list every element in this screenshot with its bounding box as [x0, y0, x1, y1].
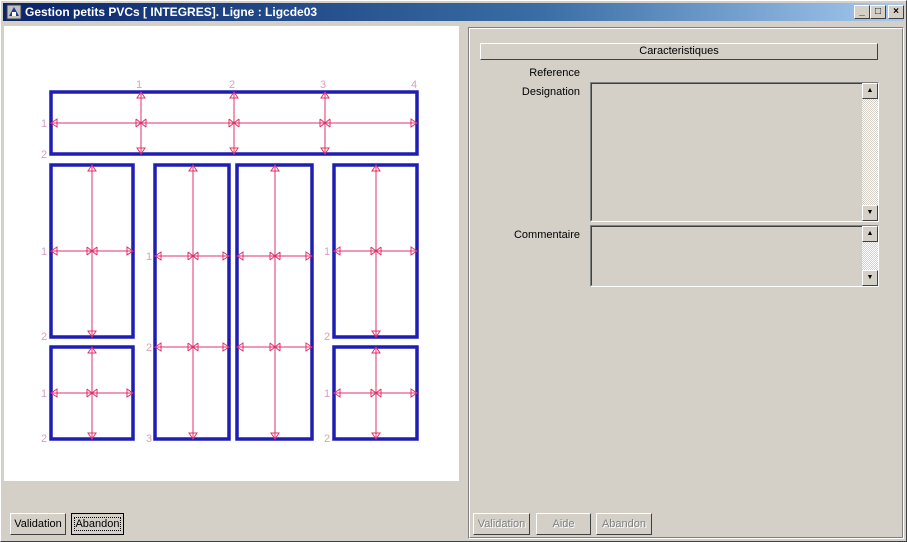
corner-label: 2: [146, 342, 152, 354]
window-title: Gestion petits PVCs [ INTEGRES]. Ligne :…: [25, 5, 318, 19]
caracteristiques-header[interactable]: Caracteristiques: [480, 43, 878, 60]
side-label: 1: [41, 388, 47, 400]
scroll-up-icon[interactable]: ▲: [862, 226, 878, 242]
close-button[interactable]: ×: [888, 5, 904, 19]
scroll-up-icon[interactable]: ▲: [862, 83, 878, 99]
reference-label: Reference: [529, 67, 580, 79]
right-abandon-button[interactable]: Abandon: [596, 513, 652, 535]
abandon-button[interactable]: Abandon: [71, 513, 124, 535]
abandon-button-label: Abandon: [74, 517, 121, 531]
right-validation-button[interactable]: Validation: [473, 513, 530, 535]
side-label: 1: [146, 251, 152, 263]
commentaire-field-inner: [591, 226, 878, 286]
corner-label: 2: [41, 331, 47, 343]
corner-label: 2: [324, 433, 330, 445]
minimize-button[interactable]: _: [854, 5, 870, 19]
commentaire-scrollbar[interactable]: ▲ ▼: [862, 226, 878, 286]
scroll-down-icon[interactable]: ▼: [862, 270, 878, 286]
top-label: 1: [136, 79, 142, 91]
properties-panel: Caracteristiques Reference Designation ▲…: [468, 27, 904, 539]
commentaire-label: Commentaire: [513, 229, 580, 241]
top-label: 3: [320, 79, 326, 91]
designation-field-inner: [591, 83, 878, 221]
drawing-canvas[interactable]: 1 2 3 4 1 2 1 2 1 2 1 2 3 1 2 1 2: [4, 26, 459, 481]
side-label: 1: [41, 246, 47, 258]
title-bar[interactable]: Gestion petits PVCs [ INTEGRES]. Ligne :…: [3, 3, 904, 21]
properties-panel-inner: Caracteristiques Reference Designation ▲…: [469, 28, 903, 538]
maximize-button[interactable]: □: [870, 5, 886, 19]
scroll-down-icon[interactable]: ▼: [862, 205, 878, 221]
commentaire-field[interactable]: ▲ ▼: [590, 225, 879, 287]
designation-field[interactable]: ▲ ▼: [590, 82, 879, 222]
designation-scrollbar[interactable]: ▲ ▼: [862, 83, 878, 221]
top-label: 2: [229, 79, 235, 91]
middle-left-frame: [153, 163, 231, 441]
side-label: 1: [324, 388, 330, 400]
corner-label: 2: [41, 149, 47, 161]
app-icon: [6, 4, 22, 20]
window-frames-drawing: 1 2 3 4 1 2 1 2 1 2 1 2 3 1 2 1 2: [41, 79, 419, 445]
corner-label: 2: [41, 433, 47, 445]
aide-button[interactable]: Aide: [536, 513, 591, 535]
corner-label: 2: [324, 331, 330, 343]
top-label: 4: [411, 79, 417, 91]
designation-label: Designation: [521, 86, 580, 98]
main-window: Gestion petits PVCs [ INTEGRES]. Ligne :…: [0, 0, 907, 542]
side-label: 1: [324, 246, 330, 258]
side-label: 1: [41, 118, 47, 130]
validation-button[interactable]: Validation: [10, 513, 66, 535]
bottom-label: 3: [146, 433, 152, 445]
